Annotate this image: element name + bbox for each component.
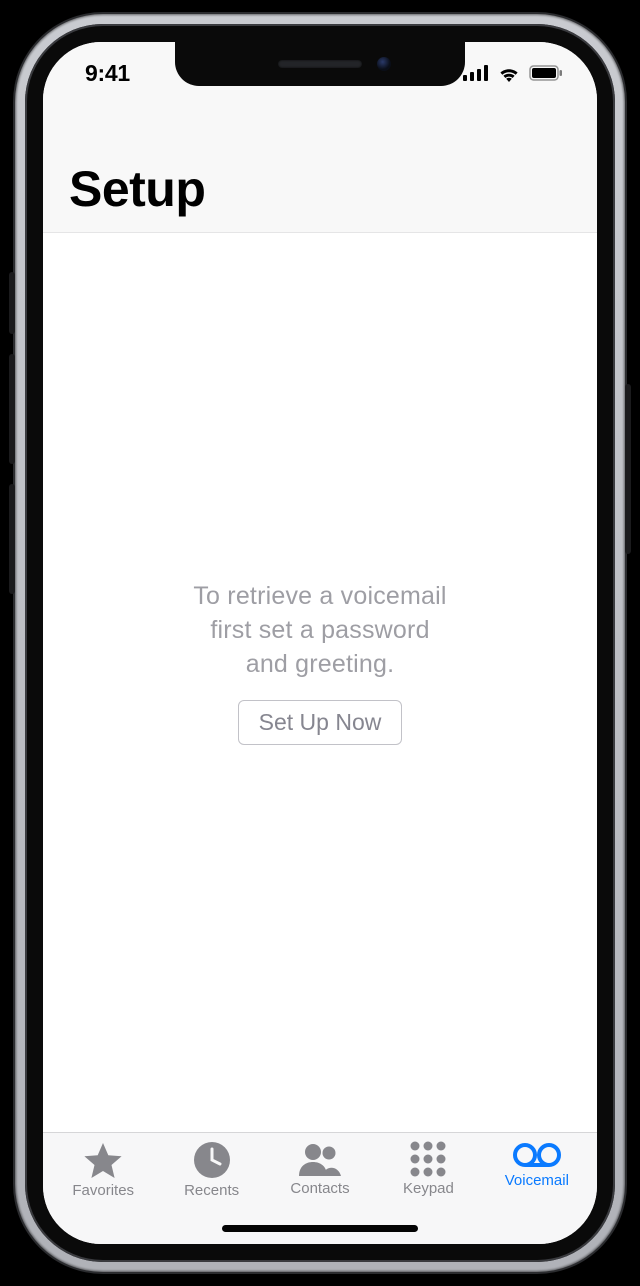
tab-recents[interactable]: Recents bbox=[157, 1141, 265, 1199]
tab-label: Voicemail bbox=[505, 1172, 569, 1189]
voicemail-icon bbox=[513, 1141, 561, 1169]
tab-label: Keypad bbox=[403, 1180, 454, 1197]
tab-voicemail[interactable]: Voicemail bbox=[483, 1141, 591, 1189]
status-time: 9:41 bbox=[85, 60, 130, 87]
cellular-icon bbox=[463, 65, 489, 81]
tab-label: Favorites bbox=[72, 1182, 134, 1199]
device-rim: 9:41 bbox=[25, 24, 615, 1262]
volume-up-button bbox=[9, 354, 15, 464]
tab-contacts[interactable]: Contacts bbox=[266, 1141, 374, 1197]
speaker-grille bbox=[278, 60, 362, 68]
prompt-line: first set a password bbox=[210, 616, 429, 644]
prompt-line: To retrieve a voicemail bbox=[193, 582, 446, 610]
wifi-icon bbox=[497, 64, 521, 82]
volume-down-button bbox=[9, 484, 15, 594]
setup-prompt: To retrieve a voicemail first set a pass… bbox=[193, 580, 446, 681]
tab-label: Contacts bbox=[290, 1180, 349, 1197]
tab-keypad[interactable]: Keypad bbox=[374, 1141, 482, 1197]
tab-favorites[interactable]: Favorites bbox=[49, 1141, 157, 1199]
screen: 9:41 bbox=[43, 42, 597, 1244]
page-title: Setup bbox=[69, 160, 571, 218]
status-icons bbox=[463, 64, 563, 82]
main-content: To retrieve a voicemail first set a pass… bbox=[43, 233, 597, 1132]
front-camera bbox=[377, 57, 391, 71]
home-indicator[interactable] bbox=[222, 1225, 418, 1232]
contacts-icon bbox=[298, 1141, 342, 1177]
prompt-line: and greeting. bbox=[246, 650, 395, 678]
tab-label: Recents bbox=[184, 1182, 239, 1199]
power-button bbox=[625, 384, 631, 554]
notch bbox=[175, 42, 465, 86]
keypad-icon bbox=[410, 1141, 446, 1177]
mute-switch bbox=[9, 272, 15, 334]
page-header: Setup bbox=[43, 104, 597, 233]
clock-icon bbox=[193, 1141, 231, 1179]
set-up-now-button[interactable]: Set Up Now bbox=[238, 700, 403, 745]
battery-icon bbox=[529, 65, 563, 81]
device-frame: 9:41 bbox=[15, 14, 625, 1272]
star-icon bbox=[83, 1141, 123, 1179]
